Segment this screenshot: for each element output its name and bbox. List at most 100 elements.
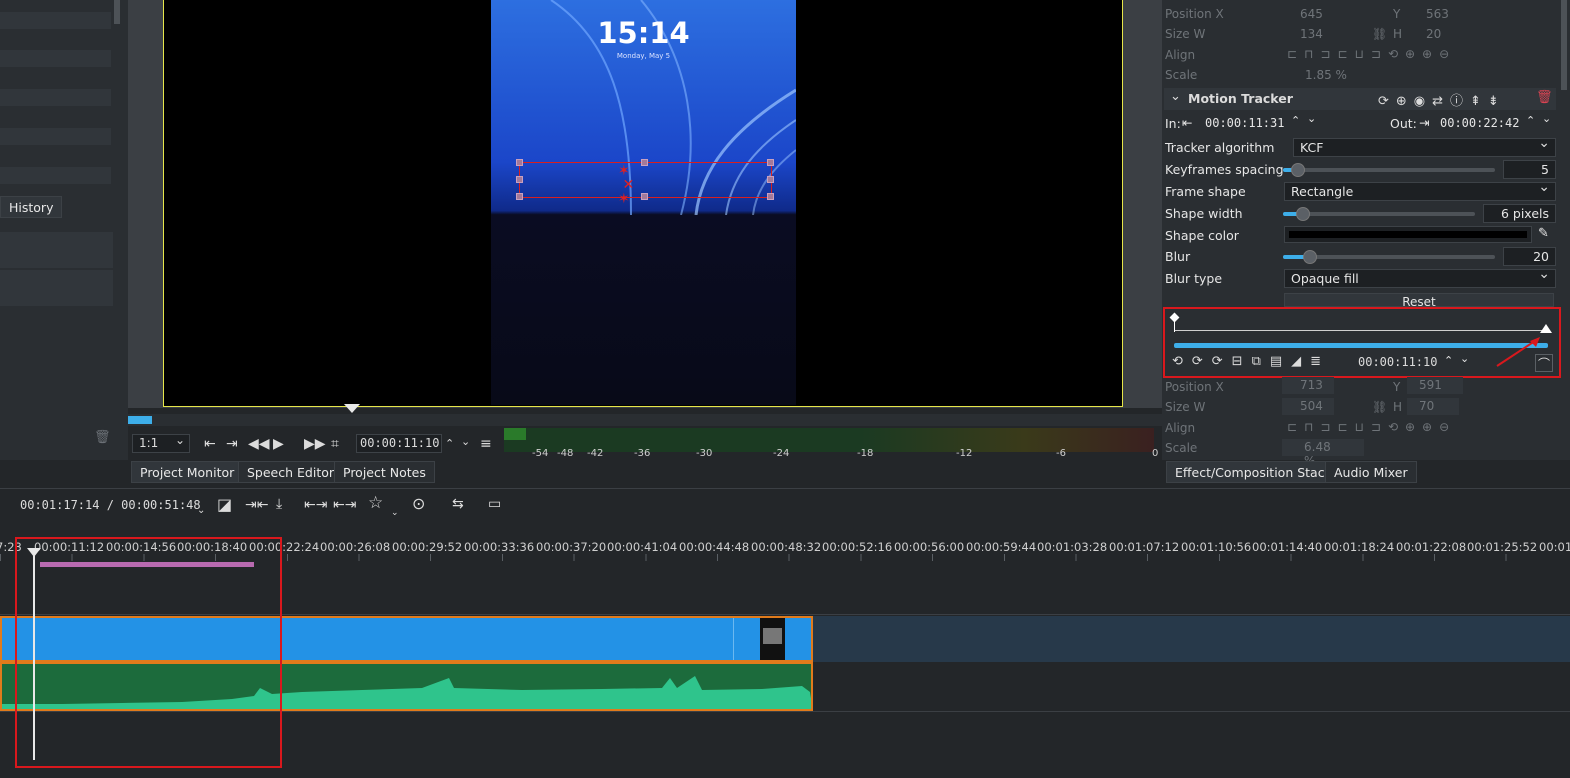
zoom-select[interactable]: 1:1 ⌄	[132, 433, 190, 453]
out-timecode[interactable]: 00:00:22:42	[1440, 116, 1519, 130]
scrollbar[interactable]	[114, 0, 120, 24]
overwrite-icon[interactable]: ⤓	[276, 496, 282, 512]
split-view-icon[interactable]: ◪	[217, 497, 232, 513]
blur-type-select[interactable]: Opaque fill	[1284, 266, 1556, 288]
shape-width-slider[interactable]	[1283, 207, 1475, 221]
rewind-icon[interactable]: ◀◀	[248, 436, 270, 452]
size-h-label: H	[1393, 27, 1403, 41]
set-zone-in-icon[interactable]: ⇤	[204, 436, 216, 452]
resize-handle[interactable]	[641, 159, 648, 166]
extract-icon[interactable]: ⇤⇥	[333, 497, 356, 513]
playhead-marker[interactable]	[344, 404, 360, 413]
chevron-down-icon[interactable]: ⌄	[1307, 112, 1316, 125]
shape-width-label: Shape width	[1165, 206, 1243, 221]
zone-marker	[128, 416, 152, 424]
left-panel: History 🗑	[0, 0, 128, 460]
chevron-up-icon[interactable]: ⌃	[445, 436, 454, 452]
set-in-icon[interactable]: ⇤	[1182, 115, 1192, 130]
timecode-field[interactable]: 00:00:11:10	[356, 434, 442, 453]
resize-handle[interactable]	[641, 193, 648, 200]
tab-speech-editor[interactable]: Speech Editor	[238, 461, 344, 483]
tracker-algorithm-select[interactable]: KCF	[1293, 135, 1556, 157]
menu-icon[interactable]: ≡	[480, 436, 492, 452]
eyedropper-icon[interactable]: ✎	[1538, 226, 1549, 241]
shape-color-label: Shape color	[1165, 228, 1239, 243]
fast-forward-icon[interactable]: ▶▶	[304, 436, 326, 452]
list-item[interactable]	[0, 270, 113, 306]
tracker-algorithm-label: Tracker algorithm	[1165, 140, 1275, 155]
keyframes-spacing-value[interactable]: 5	[1503, 160, 1556, 179]
list-item[interactable]	[0, 50, 111, 67]
tab-effect-stack[interactable]: Effect/Composition Stack	[1166, 461, 1341, 483]
shape-color-swatch[interactable]	[1284, 226, 1532, 243]
video-content: 15:14 Monday, May 5	[491, 0, 796, 405]
video-track-empty[interactable]	[813, 616, 1570, 662]
in-timecode[interactable]: 00:00:11:31	[1205, 116, 1284, 130]
reset-button[interactable]: Reset	[1284, 293, 1554, 307]
record-icon[interactable]: ⊙	[412, 496, 425, 512]
position-x-value: 645	[1300, 7, 1323, 21]
chevron-up-icon[interactable]: ⌃	[1526, 114, 1535, 127]
size-h-value[interactable]: 70	[1407, 398, 1459, 415]
tracker-points-icon: ✶ ✕ ✶	[618, 163, 635, 207]
size-h-label: H	[1393, 400, 1403, 414]
resize-handle[interactable]	[767, 193, 774, 200]
size-w-value[interactable]: 504	[1282, 398, 1334, 415]
keyframes-spacing-slider[interactable]	[1283, 163, 1495, 177]
play-icon[interactable]: ▶	[273, 436, 284, 452]
tab-project-notes[interactable]: Project Notes	[334, 461, 435, 483]
clock-text: 15:14	[597, 16, 690, 50]
resize-handle[interactable]	[516, 159, 523, 166]
tab-project-monitor[interactable]: Project Monitor	[131, 461, 244, 483]
resize-handle[interactable]	[767, 176, 774, 183]
blur-value[interactable]: 20	[1503, 247, 1556, 266]
set-zone-out-icon[interactable]: ⇥	[226, 436, 238, 452]
subtitle-icon[interactable]: ▭	[488, 496, 501, 512]
shape-width-value[interactable]: 6 pixels	[1483, 204, 1556, 223]
list-item[interactable]	[0, 167, 111, 184]
clip-thumbnail	[760, 618, 785, 660]
in-label: In:	[1165, 116, 1181, 131]
annotation-highlight-box	[15, 537, 282, 768]
list-item[interactable]	[0, 89, 111, 106]
collapse-icon[interactable]: ⌄	[1170, 89, 1181, 104]
position-x-value[interactable]: 713	[1282, 377, 1334, 394]
crop-icon[interactable]: ⌗	[331, 436, 339, 452]
date-text: Monday, May 5	[616, 52, 671, 60]
effect-action-icons[interactable]: ⟳⊕◉⇄ⓘ⇞⇟	[1378, 90, 1506, 109]
monitor-ruler[interactable]	[128, 414, 1162, 426]
trash-icon[interactable]: 🗑	[94, 430, 111, 445]
scrollbar[interactable]	[1561, 0, 1567, 90]
chevron-down-icon[interactable]: ⌄	[197, 503, 205, 519]
frame-shape-select[interactable]: Rectangle	[1284, 179, 1556, 201]
blur-label: Blur	[1165, 249, 1191, 264]
chevron-down-icon[interactable]: ⌄	[1542, 112, 1551, 125]
tab-audio-mixer[interactable]: Audio Mixer	[1325, 461, 1417, 483]
tab-history[interactable]: History	[0, 196, 63, 218]
link-icon: ⛓	[1372, 27, 1388, 41]
insert-icon[interactable]: ⇥⇤	[245, 497, 268, 513]
list-item[interactable]	[0, 12, 111, 29]
chevron-down-icon[interactable]: ⌄	[461, 434, 470, 450]
resize-handle[interactable]	[516, 176, 523, 183]
scale-label: Scale	[1165, 68, 1198, 82]
list-item[interactable]	[0, 128, 111, 145]
motion-tracker-header[interactable]: ⌄ Motion Tracker ⟳⊕◉⇄ⓘ⇞⇟ 🗑	[1164, 88, 1556, 110]
star-icon[interactable]: ☆	[368, 495, 383, 512]
lift-icon[interactable]: ⇤⇥	[304, 497, 327, 513]
delete-icon[interactable]: 🗑	[1536, 90, 1553, 105]
chevron-down-icon[interactable]: ⌄	[391, 505, 399, 521]
settings-sliders-icon[interactable]: ⇆	[452, 496, 464, 512]
effect-title: Motion Tracker	[1188, 91, 1293, 106]
position-y-value: 563	[1426, 7, 1449, 21]
resize-handle[interactable]	[767, 159, 774, 166]
monitor-toolbar: 1:1 ⌄ ⇤ ⇥ ◀◀ ▶ ▶▶ ⌗ 00:00:11:10 ⌃ ⌄ ≡ -54…	[128, 404, 1162, 460]
resize-handle[interactable]	[516, 193, 523, 200]
out-label: Out:	[1390, 116, 1417, 131]
list-item[interactable]	[0, 232, 113, 268]
set-out-icon[interactable]: ⇥	[1419, 115, 1429, 130]
chevron-up-icon[interactable]: ⌃	[1291, 114, 1300, 127]
blur-slider[interactable]	[1283, 250, 1495, 264]
scale-value[interactable]: 6.48 %	[1282, 439, 1364, 468]
position-y-value[interactable]: 591	[1407, 377, 1463, 394]
